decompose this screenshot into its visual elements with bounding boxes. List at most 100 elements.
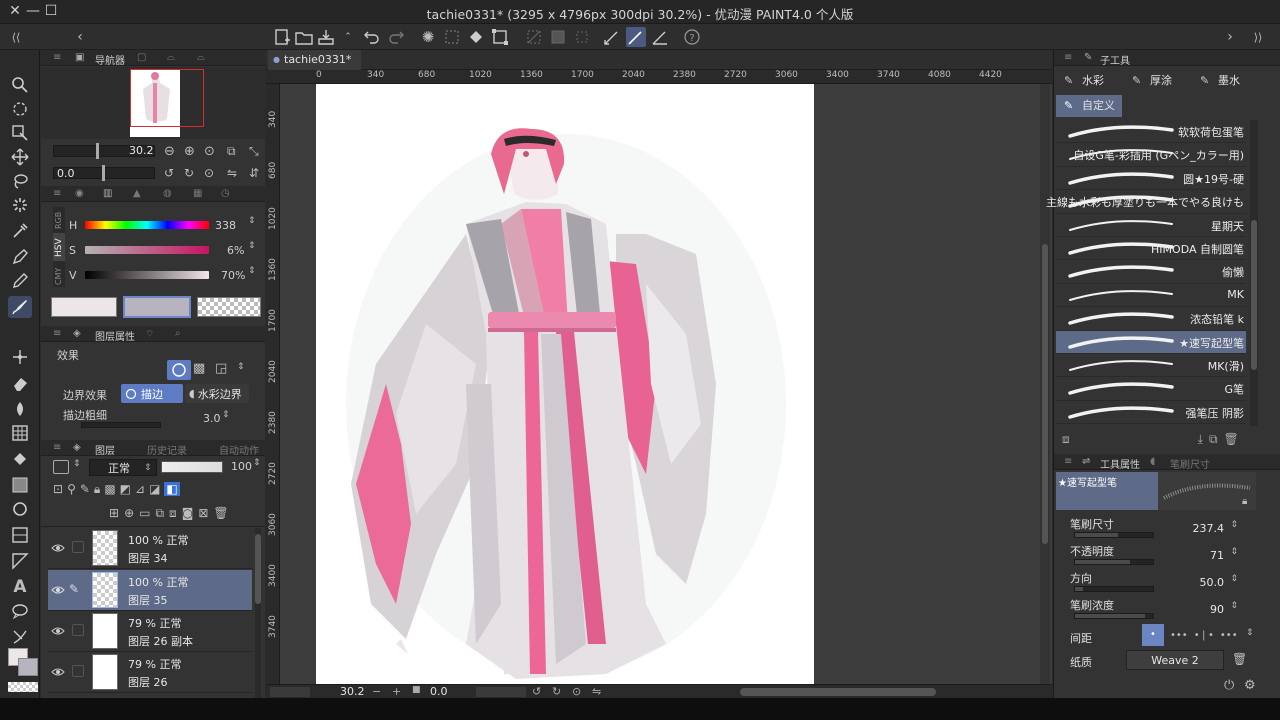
spacing-option-fixed[interactable]: ••• [1220, 630, 1238, 641]
sub-tool-settings-icon[interactable]: ⧈ [1062, 432, 1070, 447]
zoom-in-icon[interactable]: + [392, 685, 401, 698]
brush-item[interactable]: 偷懒 [1056, 260, 1246, 284]
correct-line-tool-icon[interactable] [8, 626, 32, 648]
canvas-horizontal-scrollbar[interactable] [740, 688, 936, 696]
reset-rotation-icon[interactable]: ⊙ [572, 685, 581, 698]
effect-more-icon[interactable]: ⇕ [237, 362, 245, 372]
value-stepper-icon[interactable]: ⇕ [248, 266, 256, 276]
layers-tab[interactable]: 图层 [95, 442, 115, 457]
history-tab[interactable]: 历史记录 [147, 442, 187, 457]
figure-tool-icon[interactable] [8, 498, 32, 520]
snap-special-ruler-icon[interactable] [626, 27, 646, 47]
move-layer-tool-icon[interactable] [8, 122, 32, 144]
brush-size-tab[interactable]: 笔刷尺寸 [1170, 456, 1210, 471]
delete-layer-icon[interactable]: 🗑︎ [213, 506, 228, 520]
layer-list-scrollbar[interactable] [255, 528, 261, 698]
reference-layer-icon[interactable]: ⚲ [67, 482, 76, 496]
expand-selection-icon[interactable] [572, 27, 592, 47]
brush-item[interactable]: 圆★19号-硬 [1056, 167, 1246, 191]
brush-item[interactable]: MK [1056, 284, 1246, 308]
mask-enable-icon[interactable]: ◩ [120, 482, 131, 496]
transparent-color-chip[interactable] [197, 297, 261, 317]
apply-mask-icon[interactable]: ⊠ [198, 506, 208, 520]
draft-layer-icon[interactable]: ✎ [80, 482, 90, 496]
canvas-paper[interactable] [316, 84, 814, 685]
navigator-tab[interactable]: 导航器 [95, 52, 125, 67]
delete-sub-tool-icon[interactable]: 🗑︎ [1224, 432, 1239, 446]
main-color-chip[interactable] [51, 297, 117, 317]
invert-selection-icon[interactable] [548, 27, 568, 47]
lock-icon[interactable]: 🔒︎ [1242, 496, 1247, 507]
eye-visible-icon[interactable] [51, 665, 65, 679]
tool-prop-slider[interactable] [1074, 613, 1154, 619]
tool-prop-stepper-icon[interactable]: ⇕ [1230, 574, 1238, 584]
drag-handle-icon[interactable]: ≡ [53, 52, 61, 63]
rotate-right-icon[interactable]: ↻ [184, 166, 194, 180]
blend-mode-chevron-icon[interactable]: ⇕ [73, 459, 81, 469]
tone-effect-icon[interactable]: ▩ [193, 361, 205, 376]
mode-rgb-tab[interactable]: RGB [54, 212, 63, 229]
item-bank-icon[interactable]: ⌓ [167, 52, 175, 63]
texture-select[interactable]: Weave 2 [1126, 650, 1224, 670]
canvas-rotation-slider[interactable] [476, 687, 526, 697]
lasso-tool-icon[interactable] [8, 170, 32, 192]
navigator-view-frame[interactable] [130, 69, 204, 127]
tool-prop-slider[interactable] [1074, 586, 1154, 592]
intermediate-color-icon[interactable]: ◍ [163, 188, 172, 199]
chevron-left-icon[interactable]: ‹ [70, 27, 90, 47]
redo-icon[interactable] [386, 27, 406, 47]
eye-visible-icon[interactable] [51, 583, 65, 597]
frame-tool-icon[interactable] [8, 524, 32, 546]
actual-size-icon[interactable]: ⊙ [204, 144, 215, 159]
border-effect-button[interactable] [167, 360, 191, 380]
sub-tool-tab[interactable]: 子工具 [1100, 52, 1130, 67]
layer-edit-toggle[interactable] [72, 624, 84, 636]
new-raster-layer-icon[interactable]: ⊞ [109, 506, 119, 520]
tool-props-tab[interactable]: 工具属性 [1100, 456, 1140, 471]
brush-item[interactable]: 浓态铅笔 k [1056, 307, 1246, 331]
sub-color-chip[interactable] [123, 296, 191, 318]
spacing-option-normal[interactable]: ••• [1170, 630, 1188, 641]
canvas-vertical-scrollbar[interactable] [1040, 84, 1050, 684]
import-sub-tool-icon[interactable]: ⤓ [1198, 432, 1203, 447]
brush-size-tab-icon[interactable]: ◖ [1150, 456, 1155, 467]
clip-layer-icon[interactable]: ⊡ [53, 482, 63, 496]
tool-prop-slider[interactable] [1074, 532, 1154, 538]
brush-item-selected[interactable]: ★速写起型笔 [1056, 330, 1246, 354]
fit-window-icon[interactable]: ⧉ [227, 144, 236, 159]
layer-edit-toggle[interactable] [72, 665, 84, 677]
layer-search-icon[interactable]: ⌔ [145, 328, 154, 341]
layer-row[interactable]: 79 % 正常 图层 26 [48, 652, 252, 693]
operation-tool-icon[interactable] [8, 98, 32, 120]
ruler-layer-icon[interactable]: ⊿ [135, 482, 145, 496]
layer-row-selected[interactable]: ✎ 100 % 正常 图层 35 [48, 570, 252, 611]
layer-props-extra-icon[interactable]: ⌕ [175, 328, 181, 339]
collapse-right-icon[interactable]: ⟩⟩ [1248, 27, 1268, 47]
save-icon[interactable] [316, 27, 336, 47]
flip-horizontal-icon[interactable]: ⇋ [592, 685, 601, 698]
save-options-chevron-icon[interactable]: ⌃ [338, 27, 358, 47]
transparent-color-swatch[interactable] [8, 682, 38, 692]
help-icon[interactable]: ? [682, 27, 702, 47]
layer-props-tab[interactable]: 图层属性 [95, 328, 135, 343]
material-icon[interactable]: ⌓ [197, 52, 205, 63]
zoom-tool-icon[interactable] [8, 74, 32, 96]
saturation-stepper-icon[interactable]: ⇕ [248, 241, 256, 251]
history-color-icon[interactable]: ◷ [221, 188, 230, 199]
undo-icon[interactable] [362, 27, 382, 47]
transform-icon[interactable] [490, 27, 510, 47]
tool-preset-header[interactable]: ★速写起型笔 [1056, 472, 1158, 510]
layer-edit-toggle[interactable] [72, 541, 84, 553]
clear-icon[interactable]: ✺ [418, 27, 438, 47]
tool-prop-stepper-icon[interactable]: ⇕ [1230, 547, 1238, 557]
approximate-color-icon[interactable]: ▦ [193, 188, 202, 199]
zoom-in-icon[interactable]: ⊕ [184, 144, 195, 159]
snap-grid-icon[interactable] [650, 27, 670, 47]
gradient-tool-icon[interactable] [8, 474, 32, 496]
outline-option[interactable]: 描边 [121, 384, 183, 403]
fill-icon[interactable] [466, 27, 486, 47]
saturation-slider[interactable] [85, 246, 209, 254]
eraser-tool-icon[interactable] [8, 372, 32, 394]
deselect-icon[interactable] [524, 27, 544, 47]
spacing-stepper-icon[interactable]: ⇕ [1246, 628, 1254, 638]
